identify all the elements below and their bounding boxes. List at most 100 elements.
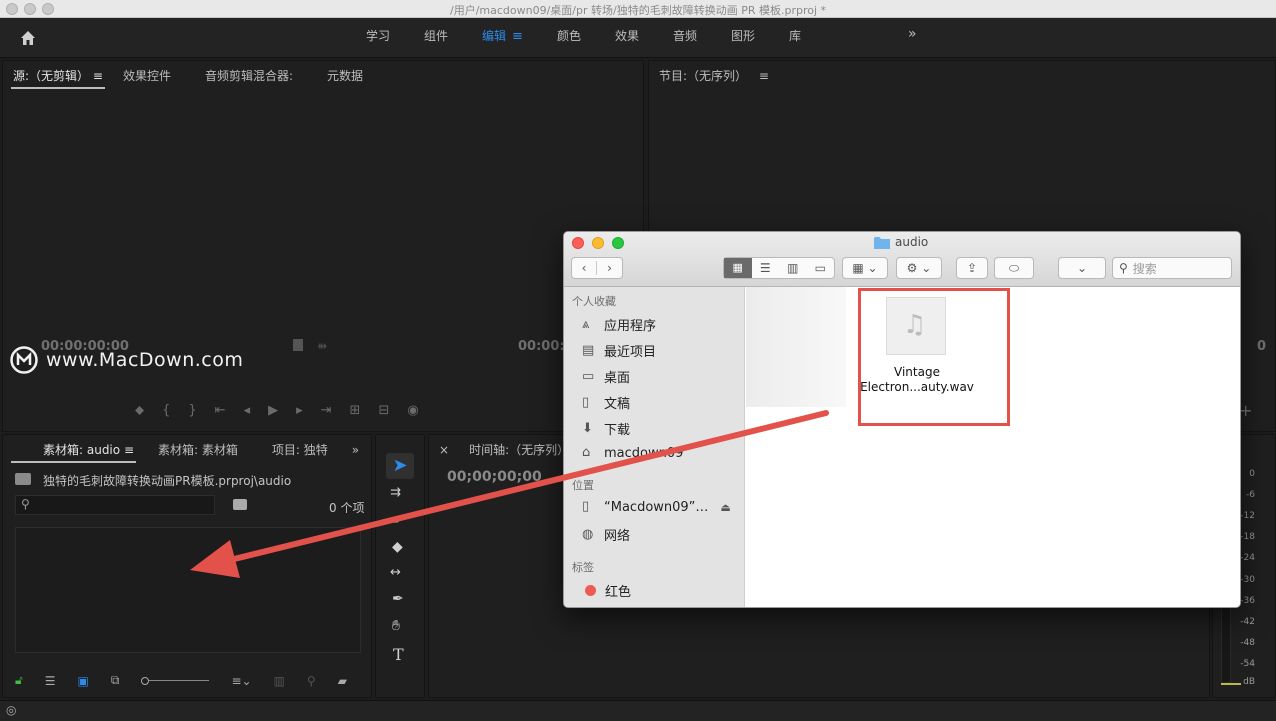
workspace-tab-effects[interactable]: 效果: [603, 18, 661, 58]
sidebar-item-applications[interactable]: ⩓ 应用程序: [582, 315, 656, 335]
finder-search-placeholder: 搜索: [1132, 261, 1157, 276]
workspace-tab-learn[interactable]: 学习: [354, 18, 412, 58]
fit-dropdown-icon[interactable]: [293, 339, 303, 351]
project-footer-toolbar: 🔓︎ ☰ ▣ ⧉ ≡⌄ ▥ ⚲ ▰: [15, 673, 347, 688]
meter-label: -42: [1240, 617, 1255, 627]
tab-effect-controls[interactable]: 效果控件: [113, 61, 181, 91]
workspace-tab-libraries[interactable]: 库: [777, 18, 823, 58]
close-timeline-icon[interactable]: ×: [429, 435, 459, 465]
finder-search-field[interactable]: ⚲ 搜索: [1112, 257, 1232, 279]
sidebar-item-device[interactable]: ▯ “Macdown09”… ⏏: [582, 499, 731, 515]
action-menu-button[interactable]: ⚙ ⌄: [896, 257, 942, 279]
zoom-slider[interactable]: [141, 676, 210, 685]
workspace-tab-audio[interactable]: 音频: [661, 18, 719, 58]
tab-program[interactable]: 节目:（无序列） ≡: [649, 61, 779, 91]
tags-button[interactable]: ⬭: [994, 257, 1034, 279]
tab-source[interactable]: 源:（无剪辑） ≡: [3, 61, 113, 91]
workspace-tab-color[interactable]: 颜色: [545, 18, 603, 58]
sidebar-item-documents[interactable]: ▯ 文稿: [582, 393, 630, 413]
meter-label: -12: [1240, 511, 1255, 521]
sort-icon[interactable]: ≡⌄: [231, 674, 251, 688]
go-to-out-icon[interactable]: ⇥: [321, 403, 332, 418]
type-tool-icon[interactable]: T: [393, 645, 404, 664]
gear-icon: ⚙ ⌄: [906, 261, 932, 275]
sidebar-item-home[interactable]: ⌂ macdown09: [582, 445, 683, 461]
gallery-view-icon[interactable]: ▭: [807, 261, 835, 275]
project-item-list[interactable]: [15, 527, 361, 653]
mark-out-icon[interactable]: }: [188, 403, 196, 418]
program-panel-tabs: 节目:（无序列） ≡: [649, 61, 1275, 91]
step-forward-icon[interactable]: ▸: [296, 403, 303, 418]
overwrite-icon[interactable]: ⊟: [378, 403, 389, 418]
workspace-tabs: 学习 组件 编辑 ≡ 颜色 效果 音频 图形 库: [354, 18, 823, 58]
lock-icon[interactable]: 🔓︎: [15, 673, 23, 688]
finder-minimize-button[interactable]: [592, 237, 604, 249]
ripple-edit-tool-icon[interactable]: ⇼: [390, 513, 401, 528]
hand-tool-icon[interactable]: ✋︎: [392, 618, 400, 634]
back-button[interactable]: ‹: [572, 261, 598, 275]
selection-tool-icon[interactable]: ➤: [386, 453, 414, 479]
play-icon[interactable]: ▶: [268, 403, 278, 418]
tab-timeline[interactable]: 时间轴:（无序列）: [459, 435, 579, 465]
insert-icon[interactable]: ⊞: [350, 403, 361, 418]
workspace-tab-editing[interactable]: 编辑 ≡: [470, 18, 545, 58]
export-frame-icon[interactable]: ◉: [407, 403, 418, 418]
freeform-view-icon[interactable]: ⧉: [111, 673, 120, 688]
finder-zoom-button[interactable]: [612, 237, 624, 249]
icon-view-icon[interactable]: ▣: [78, 674, 89, 688]
path-dropdown-button[interactable]: ⌄: [1058, 257, 1106, 279]
panel-menu-icon[interactable]: ≡: [759, 69, 769, 83]
tab-bin-footage[interactable]: 素材箱: 素材箱: [148, 435, 248, 465]
timeline-timecode[interactable]: 00;00;00;00: [447, 469, 542, 485]
creative-cloud-icon[interactable]: ◎: [6, 703, 16, 717]
tab-program-label: 节目:（无序列）: [659, 69, 748, 83]
sidebar-item-downloads[interactable]: ⬇ 下载: [582, 419, 630, 439]
bin-up-icon[interactable]: [15, 473, 31, 485]
automate-to-sequence-icon[interactable]: ▥: [274, 674, 285, 688]
go-to-in-icon[interactable]: ⇤: [215, 403, 226, 418]
sidebar-item-tag-red[interactable]: 红色: [582, 581, 631, 600]
meter-label: -48: [1240, 638, 1255, 648]
column-view-icon[interactable]: ▥: [779, 261, 807, 275]
project-search-input[interactable]: ⚲: [15, 495, 215, 515]
razor-tool-icon[interactable]: ◆: [392, 539, 403, 555]
eject-icon[interactable]: ⏏: [720, 501, 730, 514]
tag-icon: ⬭: [1008, 260, 1020, 275]
step-back-icon[interactable]: ◂: [244, 403, 251, 418]
find-icon[interactable]: ⚲: [307, 674, 316, 688]
new-search-bin-icon[interactable]: [233, 499, 247, 510]
home-icon[interactable]: [18, 28, 38, 48]
tab-audio-clip-mixer[interactable]: 音频剪辑混合器:: [195, 61, 303, 91]
sidebar-item-desktop[interactable]: ▭ 桌面: [582, 367, 630, 387]
group-by-button[interactable]: ▦ ⌄: [842, 257, 888, 279]
mark-in-icon[interactable]: {: [162, 403, 170, 418]
panel-menu-icon[interactable]: ≡: [124, 443, 134, 457]
add-button-icon[interactable]: +: [1239, 401, 1252, 420]
tab-metadata[interactable]: 元数据: [317, 61, 373, 91]
project-panel-tabs: 素材箱: audio ≡ 素材箱: 素材箱 项目: 独特 »: [3, 435, 371, 465]
list-view-icon[interactable]: ☰: [45, 674, 56, 688]
add-marker-icon[interactable]: ⬥: [135, 403, 144, 418]
list-view-icon[interactable]: ☰: [752, 261, 780, 275]
recents-icon: ▤: [582, 342, 595, 358]
sidebar-item-recents[interactable]: ▤ 最近项目: [582, 341, 656, 361]
panel-overflow-button[interactable]: »: [342, 435, 369, 465]
tab-bin-audio[interactable]: 素材箱: audio ≡: [3, 435, 144, 465]
settings-icon[interactable]: ⇻: [317, 339, 327, 353]
tab-project[interactable]: 项目: 独特: [262, 435, 338, 465]
forward-button[interactable]: ›: [597, 261, 622, 275]
finder-close-button[interactable]: [572, 237, 584, 249]
slip-tool-icon[interactable]: ↔: [390, 565, 401, 580]
workspace-tab-graphics[interactable]: 图形: [719, 18, 777, 58]
track-select-tool-icon[interactable]: ⇉: [390, 485, 401, 500]
workspace-more-button[interactable]: »: [908, 26, 917, 42]
icon-view-icon[interactable]: ▦: [724, 258, 752, 278]
tab-source-label: 源:（无剪辑）: [13, 69, 90, 83]
new-bin-icon[interactable]: ▰: [338, 674, 347, 688]
pen-tool-icon[interactable]: ✒: [392, 591, 404, 607]
workspace-tab-assembly[interactable]: 组件: [412, 18, 470, 58]
workspace-menu-icon[interactable]: ≡: [512, 29, 523, 44]
share-button[interactable]: ⇪: [956, 257, 988, 279]
panel-menu-icon[interactable]: ≡: [93, 69, 103, 83]
sidebar-item-network[interactable]: ◍ 网络: [582, 525, 630, 545]
